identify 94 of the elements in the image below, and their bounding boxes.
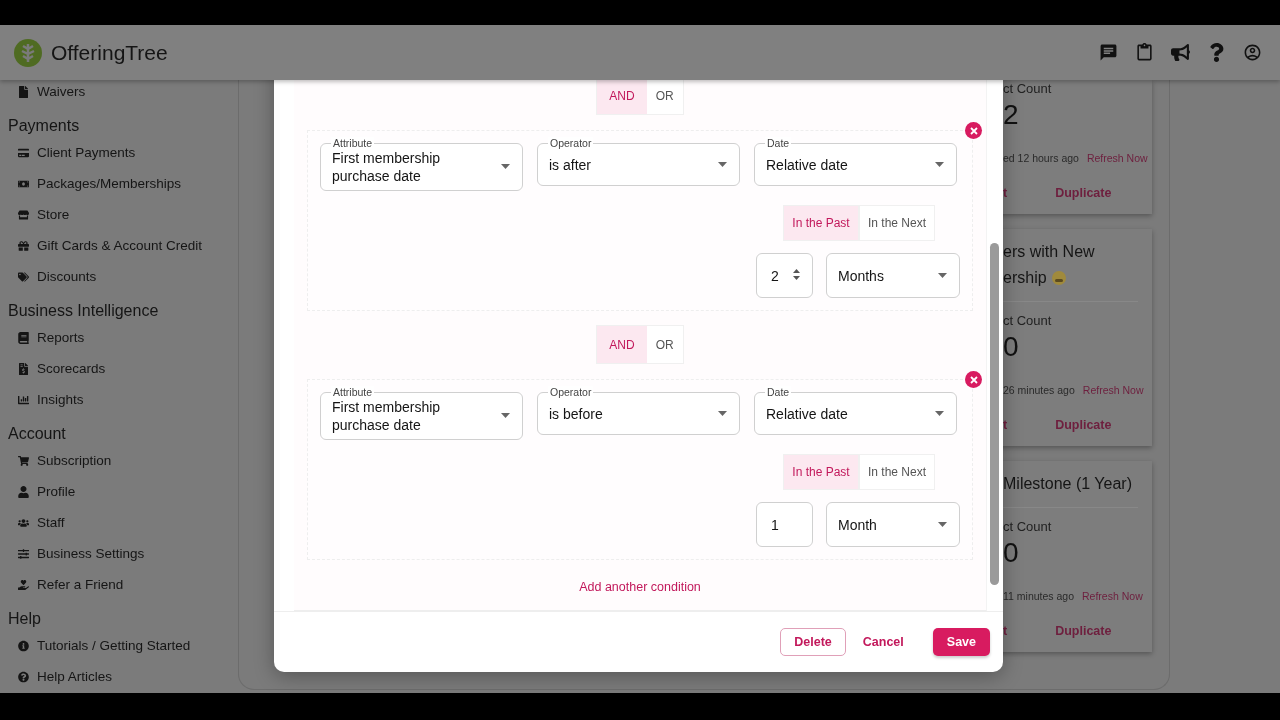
store-icon bbox=[18, 208, 29, 221]
caret-icon bbox=[718, 410, 727, 416]
refresh-link[interactable]: Refresh Now bbox=[1086, 152, 1148, 164]
section-title: Account bbox=[8, 424, 66, 444]
scrollbar[interactable] bbox=[990, 243, 999, 585]
card-title: Milestone (1 Year) bbox=[1003, 474, 1132, 494]
add-condition-link[interactable]: Add another condition bbox=[579, 580, 701, 594]
card-title: ers with New bbox=[1003, 242, 1095, 262]
caret-icon bbox=[501, 164, 510, 169]
card-action-link[interactable]: t bbox=[1003, 418, 1008, 432]
refresh-link[interactable]: Refresh Now bbox=[1082, 384, 1144, 396]
direction-toggle[interactable]: In the Next bbox=[859, 454, 935, 490]
count-value: 0 bbox=[1003, 330, 1020, 364]
sidebar-item[interactable]: Business Settings bbox=[37, 546, 145, 561]
select-field[interactable]: Month bbox=[826, 502, 960, 547]
brand-name: OfferingTree bbox=[51, 40, 168, 65]
section-title: Business Intelligence bbox=[8, 301, 159, 321]
sidebar-item[interactable]: Packages/Memberships bbox=[37, 176, 182, 191]
count-label: ct Count bbox=[1003, 80, 1053, 98]
card-action-link[interactable]: t bbox=[1003, 624, 1008, 638]
logic-toggle[interactable]: AND bbox=[597, 326, 647, 363]
person-icon bbox=[18, 485, 29, 498]
count-value: 0 bbox=[1003, 536, 1020, 570]
caret-icon bbox=[501, 413, 510, 418]
info-icon bbox=[18, 639, 29, 652]
hand-heart-icon bbox=[18, 578, 29, 591]
sidebar-item[interactable]: Insights bbox=[37, 392, 84, 407]
bar-chart-icon bbox=[18, 393, 29, 406]
chat-icon[interactable] bbox=[1099, 43, 1118, 62]
megaphone-icon[interactable] bbox=[1171, 43, 1190, 62]
number-field[interactable]: 1 bbox=[756, 502, 813, 547]
sidebar-item[interactable]: Refer a Friend bbox=[37, 577, 124, 592]
field-label: Attribute bbox=[331, 137, 375, 149]
sidebar-item[interactable]: Gift Cards & Account Credit bbox=[37, 238, 203, 253]
remove-condition-close-icon[interactable] bbox=[965, 122, 982, 139]
field-label: Attribute bbox=[331, 386, 375, 398]
card-action-link[interactable]: Duplicate bbox=[1055, 186, 1112, 200]
stepper-icon[interactable] bbox=[793, 269, 800, 280]
sidebar-item[interactable]: Subscription bbox=[37, 453, 112, 468]
count-label: ct Count bbox=[1003, 518, 1053, 536]
gift-icon bbox=[18, 239, 29, 252]
updated-text: ed 12 hours ago bbox=[1003, 152, 1079, 164]
clipboard-icon[interactable] bbox=[1135, 43, 1154, 62]
help-icon bbox=[18, 670, 29, 683]
sliders-icon bbox=[18, 547, 29, 560]
refresh-link[interactable]: Refresh Now bbox=[1082, 590, 1143, 602]
account-icon[interactable] bbox=[1243, 43, 1262, 62]
sidebar-item[interactable]: Reports bbox=[37, 330, 85, 345]
cart-icon bbox=[18, 454, 29, 467]
card-action-link[interactable]: Duplicate bbox=[1055, 624, 1112, 638]
number-field[interactable]: 2 bbox=[756, 253, 813, 298]
caret-icon bbox=[935, 410, 944, 416]
section-title: Help bbox=[8, 609, 41, 629]
tags-icon bbox=[18, 270, 29, 283]
sidebar-item[interactable]: Discounts bbox=[37, 269, 97, 284]
remove-condition-close-icon[interactable] bbox=[965, 371, 982, 388]
tree-logo-icon bbox=[14, 38, 42, 67]
book-icon bbox=[18, 331, 29, 344]
caret-icon bbox=[718, 161, 727, 167]
card-action-link[interactable]: t bbox=[1003, 186, 1008, 200]
sidebar-item[interactable]: Client Payments bbox=[37, 145, 136, 160]
updated-text: 11 minutes ago bbox=[1003, 590, 1075, 602]
sidebar-item[interactable]: Help Articles bbox=[37, 669, 113, 684]
sidebar-item[interactable]: Scorecards bbox=[37, 361, 106, 376]
file-icon bbox=[18, 85, 29, 98]
field-label: Date bbox=[765, 137, 792, 149]
direction-toggle[interactable]: In the Past bbox=[783, 454, 859, 490]
invoice-icon bbox=[18, 362, 29, 375]
count-label: ct Count bbox=[1003, 312, 1053, 330]
section-title: Payments bbox=[8, 116, 80, 136]
sidebar-item[interactable]: Staff bbox=[37, 515, 65, 530]
save-button[interactable]: Save bbox=[932, 628, 990, 656]
field-label: Operator bbox=[548, 386, 594, 398]
delete-button[interactable]: Delete bbox=[780, 628, 846, 656]
sidebar-item[interactable]: Profile bbox=[37, 484, 76, 499]
caret-icon bbox=[935, 161, 944, 167]
field-label: Operator bbox=[548, 137, 594, 149]
credit-card-icon bbox=[18, 146, 29, 159]
help-icon[interactable] bbox=[1207, 43, 1226, 62]
card-title: ership bbox=[1003, 268, 1047, 288]
people-icon bbox=[18, 516, 29, 529]
field-label: Date bbox=[765, 386, 792, 398]
count-value: 2 bbox=[1003, 98, 1020, 132]
direction-toggle[interactable]: In the Next bbox=[859, 205, 935, 241]
caret-icon bbox=[938, 272, 947, 278]
direction-toggle[interactable]: In the Past bbox=[783, 205, 859, 241]
sidebar-item[interactable]: Waivers bbox=[37, 84, 86, 99]
caret-icon bbox=[938, 521, 947, 527]
card-action-link[interactable]: Duplicate bbox=[1055, 418, 1112, 432]
updated-text: 26 minutes ago bbox=[1003, 384, 1075, 396]
sidebar-item[interactable]: Tutorials / Getting Started bbox=[37, 638, 191, 653]
emoji-icon bbox=[1051, 271, 1066, 285]
select-field[interactable]: Months bbox=[826, 253, 960, 298]
sidebar-item[interactable]: Store bbox=[37, 207, 70, 222]
